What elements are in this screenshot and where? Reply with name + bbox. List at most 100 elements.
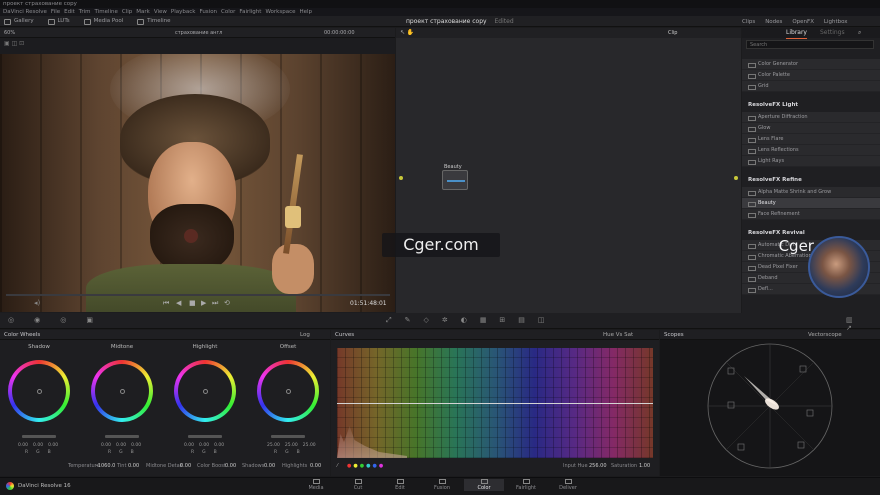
wheel-value[interactable]: 25.00 <box>303 443 316 448</box>
scopes-mode-select[interactable]: Vectorscope <box>808 330 842 340</box>
openfx-button[interactable]: OpenFX <box>792 17 814 28</box>
master-wheel-slider[interactable] <box>271 435 305 438</box>
menu-mark[interactable]: Mark <box>136 9 150 15</box>
menu-file[interactable]: File <box>51 9 60 15</box>
menu-fusion[interactable]: Fusion <box>199 9 217 15</box>
skip-start-icon[interactable]: ⏮ <box>163 299 169 308</box>
play-reverse-icon[interactable]: ◀ <box>176 299 181 307</box>
curves-graph[interactable] <box>337 348 653 458</box>
library-item[interactable]: Grid <box>742 81 880 92</box>
input-hue-value[interactable]: 256.00 <box>589 463 607 469</box>
master-wheel-slider[interactable] <box>22 435 56 438</box>
param-tint-value[interactable]: 0.00 <box>128 463 139 469</box>
node-output-dot[interactable] <box>734 176 738 180</box>
menu-playback[interactable]: Playback <box>171 9 196 15</box>
node-mode-select[interactable]: Clip <box>668 30 677 36</box>
menu-timeline[interactable]: Timeline <box>95 9 118 15</box>
luts-button[interactable]: LUTs <box>47 16 70 27</box>
color-wheel[interactable] <box>91 360 153 422</box>
menu-fairlight[interactable]: Fairlight <box>239 9 261 15</box>
clips-button[interactable]: Clips <box>742 17 755 28</box>
audio-icon[interactable]: ◂) <box>34 299 40 307</box>
lightbox-button[interactable]: Lightbox <box>824 17 848 28</box>
wheel-value[interactable]: 0.00 <box>199 443 209 448</box>
library-item[interactable]: Color Generator <box>742 59 880 70</box>
wheel-value[interactable]: 0.00 <box>214 443 224 448</box>
wheels-mode-select[interactable]: Log <box>300 330 310 340</box>
page-button-fusion[interactable]: Fusion <box>422 479 462 491</box>
library-item[interactable]: Lens Flare <box>742 134 880 145</box>
wheel-center-handle[interactable] <box>37 389 42 394</box>
node-input-dot[interactable] <box>399 176 403 180</box>
wheel-value[interactable]: 0.00 <box>116 443 126 448</box>
library-item[interactable]: Lens Reflections <box>742 145 880 156</box>
library-item[interactable]: Light Rays <box>742 156 880 167</box>
scrub-bar[interactable] <box>6 294 390 296</box>
wheel-value[interactable]: 0.00 <box>184 443 194 448</box>
param-highlights-value[interactable]: 0.00 <box>310 463 321 469</box>
menu-workspace[interactable]: Workspace <box>265 9 295 15</box>
library-item[interactable]: Aperture Diffraction <box>742 112 880 123</box>
param-color-boost-value[interactable]: 0.00 <box>225 463 236 469</box>
wheel-value[interactable]: 0.00 <box>33 443 43 448</box>
viewer-timecode-top[interactable]: 00:00:00:00 <box>324 28 355 38</box>
param-shadows-value[interactable]: 0.00 <box>264 463 275 469</box>
library-item[interactable]: Glow <box>742 123 880 134</box>
menu-trim[interactable]: Trim <box>79 9 91 15</box>
pointer-icon[interactable]: ↖ ✋ <box>400 29 414 36</box>
stop-icon[interactable]: ■ <box>189 299 196 307</box>
library-search-input[interactable] <box>746 40 874 49</box>
node-beauty[interactable]: Beauty <box>442 164 468 190</box>
menu-edit[interactable]: Edit <box>64 9 75 15</box>
wheel-center-handle[interactable] <box>120 389 125 394</box>
wheel-value[interactable]: 25.00 <box>285 443 298 448</box>
color-picker-icon[interactable]: ⁄ <box>337 463 338 469</box>
library-item[interactable]: Color Palette <box>742 70 880 81</box>
page-button-color[interactable]: Color <box>464 479 504 491</box>
tab-library[interactable]: Library <box>786 28 807 39</box>
wheel-value[interactable]: 0.00 <box>18 443 28 448</box>
timeline-button[interactable]: Timeline <box>137 16 171 27</box>
color-wheel[interactable] <box>257 360 319 422</box>
zoom-level[interactable]: 60% <box>4 30 15 36</box>
menu-color[interactable]: Color <box>221 9 235 15</box>
library-item[interactable]: Beauty <box>742 198 880 209</box>
search-icon[interactable]: ⌕ <box>858 28 861 38</box>
menu-clip[interactable]: Clip <box>122 9 132 15</box>
color-wheel[interactable] <box>8 360 70 422</box>
param-midtone-detail-value[interactable]: 0.00 <box>180 463 191 469</box>
param-temperature-value[interactable]: -1060.0 <box>96 463 115 469</box>
tab-settings[interactable]: Settings <box>820 28 845 38</box>
page-button-edit[interactable]: Edit <box>380 479 420 491</box>
library-item[interactable]: Face Refinement <box>742 209 880 220</box>
curves-mode-select[interactable]: Hue Vs Sat <box>603 330 633 340</box>
page-button-media[interactable]: Media <box>296 479 336 491</box>
master-wheel-slider[interactable] <box>188 435 222 438</box>
hue-swatches[interactable]: ●●●●●● <box>347 463 385 469</box>
tool-icons-center[interactable]: ⤢✎◇✲◐▦⊞▤◫ <box>386 316 558 325</box>
master-wheel-slider[interactable] <box>105 435 139 438</box>
menu-help[interactable]: Help <box>300 9 313 15</box>
media-pool-button[interactable]: Media Pool <box>83 16 123 27</box>
page-button-deliver[interactable]: Deliver <box>548 479 588 491</box>
wheel-value[interactable]: 0.00 <box>101 443 111 448</box>
wheel-value[interactable]: 0.00 <box>48 443 58 448</box>
wheel-center-handle[interactable] <box>286 389 291 394</box>
menu-davinci[interactable]: DaVinci Resolve <box>3 9 47 15</box>
library-item[interactable]: Alpha Matte Shrink and Grow <box>742 187 880 198</box>
nodes-button[interactable]: Nodes <box>765 17 782 28</box>
skip-end-icon[interactable]: ⏭ <box>212 299 218 308</box>
menu-view[interactable]: View <box>154 9 167 15</box>
tool-icons-left[interactable]: ◎◉◎▣ <box>8 316 113 324</box>
color-wheel[interactable] <box>174 360 236 422</box>
saturation-value[interactable]: 1.00 <box>639 463 650 469</box>
wheel-value[interactable]: 0.00 <box>131 443 141 448</box>
play-icon[interactable]: ▶ <box>201 299 206 307</box>
gallery-button[interactable]: Gallery <box>4 16 34 27</box>
page-button-cut[interactable]: Cut <box>338 479 378 491</box>
wheel-center-handle[interactable] <box>203 389 208 394</box>
clip-name[interactable]: страхование англ <box>175 28 222 38</box>
page-button-fairlight[interactable]: Fairlight <box>506 479 546 491</box>
wheel-value[interactable]: 25.00 <box>267 443 280 448</box>
loop-icon[interactable]: ⟲ <box>224 299 230 307</box>
